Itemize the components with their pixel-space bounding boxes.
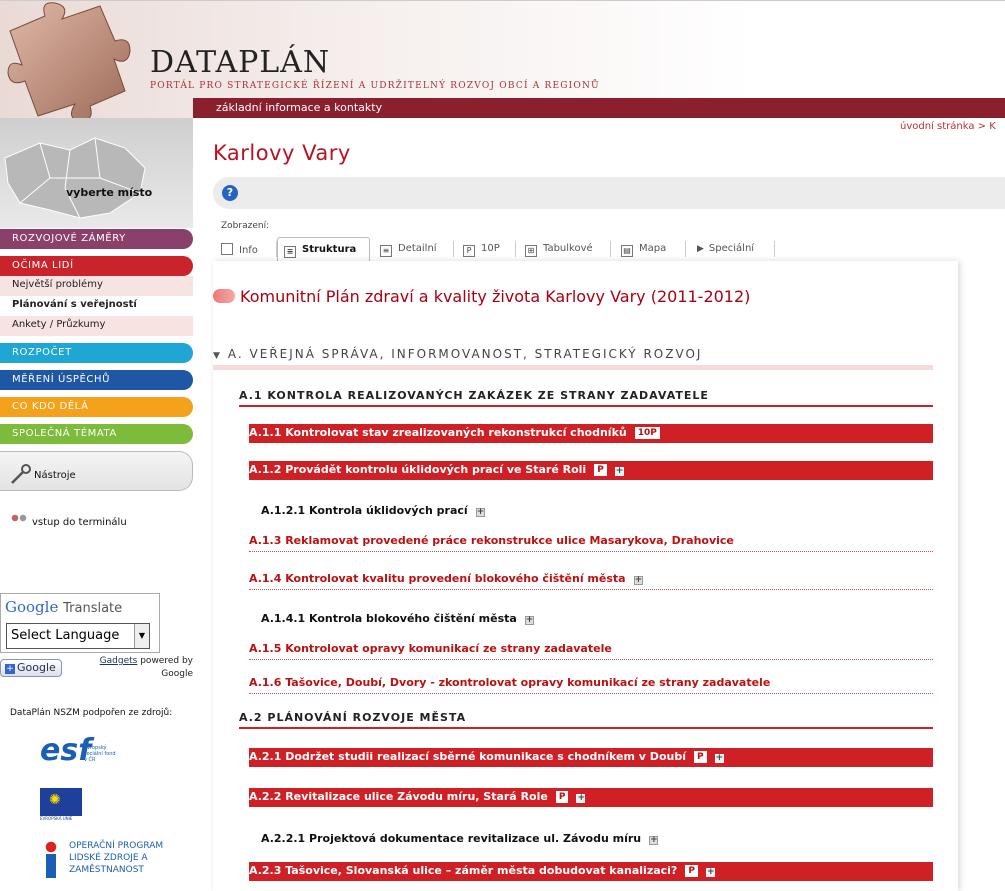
tab-info[interactable]: Info xyxy=(221,237,258,261)
expand-plus-icon[interactable]: + xyxy=(649,836,659,845)
expand-plus-icon[interactable]: + xyxy=(475,508,485,517)
expand-plus-icon[interactable]: + xyxy=(705,868,715,877)
p-badge[interactable]: P xyxy=(555,791,569,803)
tab-detailni[interactable]: ≡ Detailní xyxy=(380,237,437,261)
collapse-triangle-icon[interactable]: ▼ xyxy=(213,351,222,361)
nav-mereni-uspechu[interactable]: MĚŘENÍ ÚSPĚCHŮ xyxy=(0,370,193,390)
plus-icon: + xyxy=(5,664,15,674)
heading-a1[interactable]: A.1 KONTROLA REALIZOVANÝCH ZAKÁZEK ZE ST… xyxy=(239,389,933,407)
op-person-icon xyxy=(38,840,64,878)
item-a121[interactable]: A.1.2.1 Kontrola úklidových prací + xyxy=(261,504,485,517)
tab-specialni[interactable]: ▶ Speciální xyxy=(697,237,754,261)
dataplan-logo[interactable]: DATAPLÁN xyxy=(150,45,330,80)
item-a141[interactable]: A.1.4.1 Kontrola blokového čištění města… xyxy=(261,612,534,625)
item-a16[interactable]: A.1.6 Tašovice, Doubí, Dvory - zkontrolo… xyxy=(249,676,933,694)
section-a-heading[interactable]: ▼ A. VEŘEJNÁ SPRÁVA, INFORMOVANOST, STRAT… xyxy=(213,347,933,370)
pick-place-label[interactable]: vyberte místo xyxy=(66,186,152,199)
nav-sub-planovani[interactable]: Plánování s veřejností xyxy=(0,296,193,316)
list-icon: ≡ xyxy=(284,246,296,258)
gadgets-link[interactable]: Gadgets xyxy=(100,656,138,666)
tools-button[interactable]: Nástroje xyxy=(0,451,193,491)
google-translate-logo: Google Translate xyxy=(5,598,123,616)
nav-ocima-lidi[interactable]: OČIMA LIDÍ xyxy=(0,256,193,276)
item-a12[interactable]: A.1.2 Provádět kontrolu úklidových prací… xyxy=(249,461,933,480)
tab-10p[interactable]: P 10P xyxy=(463,237,500,261)
op-lz-logo: OPERAČNÍ PROGRAM LIDSKÉ ZDROJE A ZAMĚSTN… xyxy=(38,838,178,883)
left-column: vyberte místo ROZVOJOVÉ ZÁMĚRY OČIMA LID… xyxy=(0,118,193,891)
p-badge[interactable]: P xyxy=(594,464,607,476)
item-a23[interactable]: A.2.3 Tašovice, Slovanská ulice – záměr … xyxy=(249,862,933,881)
view-label: Zobrazení: xyxy=(221,221,270,231)
expand-plus-icon[interactable]: + xyxy=(633,576,643,585)
expand-plus-icon[interactable]: + xyxy=(614,467,624,476)
nav-rozpocet[interactable]: ROZPOČET xyxy=(0,343,193,363)
play-icon: ▶ xyxy=(697,244,704,254)
structure-content: Komunitní Plán zdraví a kvality života K… xyxy=(213,261,958,891)
gadgets-credit: Gadgets powered by Google xyxy=(99,656,193,679)
info-contacts-link[interactable]: základní informace a kontakty xyxy=(216,101,382,114)
view-tabs: Info ≡ Struktura ≡ Detailní P 10P ⊞ Tabulkov… xyxy=(213,237,973,262)
nav-spolecna-temata[interactable]: SPOLEČNÁ TÉMATA xyxy=(0,424,193,444)
map-icon: ▤ xyxy=(621,245,633,257)
czech-map-icon xyxy=(4,137,146,219)
item-a221[interactable]: A.2.2.1 Projektová dokumentace revitaliz… xyxy=(261,832,659,845)
language-select[interactable]: Select Language ▼ xyxy=(6,623,150,649)
support-label: DataPlán NSZM podpořen ze zdrojů: xyxy=(10,708,173,718)
tab-struktura[interactable]: ≡ Struktura xyxy=(277,237,370,261)
breadcrumb[interactable]: úvodní stránka > K xyxy=(900,121,996,132)
google-translate-widget: Google Translate Select Language ▼ xyxy=(0,593,160,653)
expand-plus-icon[interactable]: + xyxy=(576,794,586,803)
heading-a2[interactable]: A.2 PLÁNOVÁNÍ ROZVOJE MĚSTA xyxy=(239,711,933,729)
p-icon: P xyxy=(463,245,475,257)
item-a15[interactable]: A.1.5 Kontrolovat opravy komunikací ze s… xyxy=(249,642,933,660)
nav-sub-nejvetsi-problemy[interactable]: Největší problémy xyxy=(0,276,193,296)
item-a11[interactable]: A.1.1 Kontrolovat stav zrealizovaných re… xyxy=(249,424,933,443)
top-bar: základní informace a kontakty xyxy=(193,98,1005,118)
item-a14[interactable]: A.1.4 Kontrolovat kvalitu provedení blok… xyxy=(249,572,933,590)
expand-plus-icon[interactable]: + xyxy=(714,754,724,763)
item-a13[interactable]: A.1.3 Reklamovat provedené práce rekonst… xyxy=(249,534,933,552)
p-badge[interactable]: P xyxy=(685,865,698,877)
p-badge[interactable]: P xyxy=(693,751,707,763)
10p-badge[interactable]: 10P xyxy=(634,427,660,439)
tab-mapa[interactable]: ▤ Mapa xyxy=(621,237,666,261)
users-icon xyxy=(10,514,30,526)
help-icon[interactable]: ? xyxy=(222,185,238,201)
terminal-link[interactable]: vstup do terminálu xyxy=(10,514,127,528)
google-plus-button[interactable]: + Google xyxy=(0,659,62,677)
info-page-icon xyxy=(221,243,233,255)
nav-rozvojove-zamery[interactable]: ROZVOJOVÉ ZÁMĚRY xyxy=(0,229,193,249)
item-a21[interactable]: A.2.1 Dodržet studii realizací sběrné ko… xyxy=(249,748,933,767)
page-title: Karlovy Vary xyxy=(213,141,351,165)
expand-plus-icon[interactable]: + xyxy=(524,616,534,625)
nav-co-kdo-dela[interactable]: CO KDO DĚLÁ xyxy=(0,397,193,417)
tab-tabulkove[interactable]: ⊞ Tabulkové xyxy=(525,237,593,261)
select-arrow-icon: ▼ xyxy=(134,624,149,648)
plan-title[interactable]: Komunitní Plán zdraví a kvality života K… xyxy=(213,287,750,306)
header: DATAPLÁN PORTÁL PRO STRATEGICKÉ ŘÍZENÍ A… xyxy=(0,0,1005,122)
esf-logo: esf evropský sociální fond v ČR xyxy=(40,733,116,768)
region-map[interactable]: vyberte místo xyxy=(0,118,193,228)
nav-sub-ankety[interactable]: Ankety / Průzkumy xyxy=(0,316,193,336)
table-icon: ⊞ xyxy=(525,245,537,257)
plan-marker-icon xyxy=(213,289,235,303)
item-a22[interactable]: A.2.2 Revitalizace ulice Závodu míru, St… xyxy=(249,788,933,807)
eu-logo: ✺ EVROPSKÁ UNIE xyxy=(40,788,84,824)
detail-list-icon: ≡ xyxy=(380,245,392,257)
terminal-label: vstup do terminálu xyxy=(32,517,127,528)
wrench-icon xyxy=(11,464,31,484)
tools-label: Nástroje xyxy=(34,470,76,481)
tagline: PORTÁL PRO STRATEGICKÉ ŘÍZENÍ A UDRŽITEL… xyxy=(150,81,600,91)
help-bar: ? xyxy=(213,177,1005,209)
